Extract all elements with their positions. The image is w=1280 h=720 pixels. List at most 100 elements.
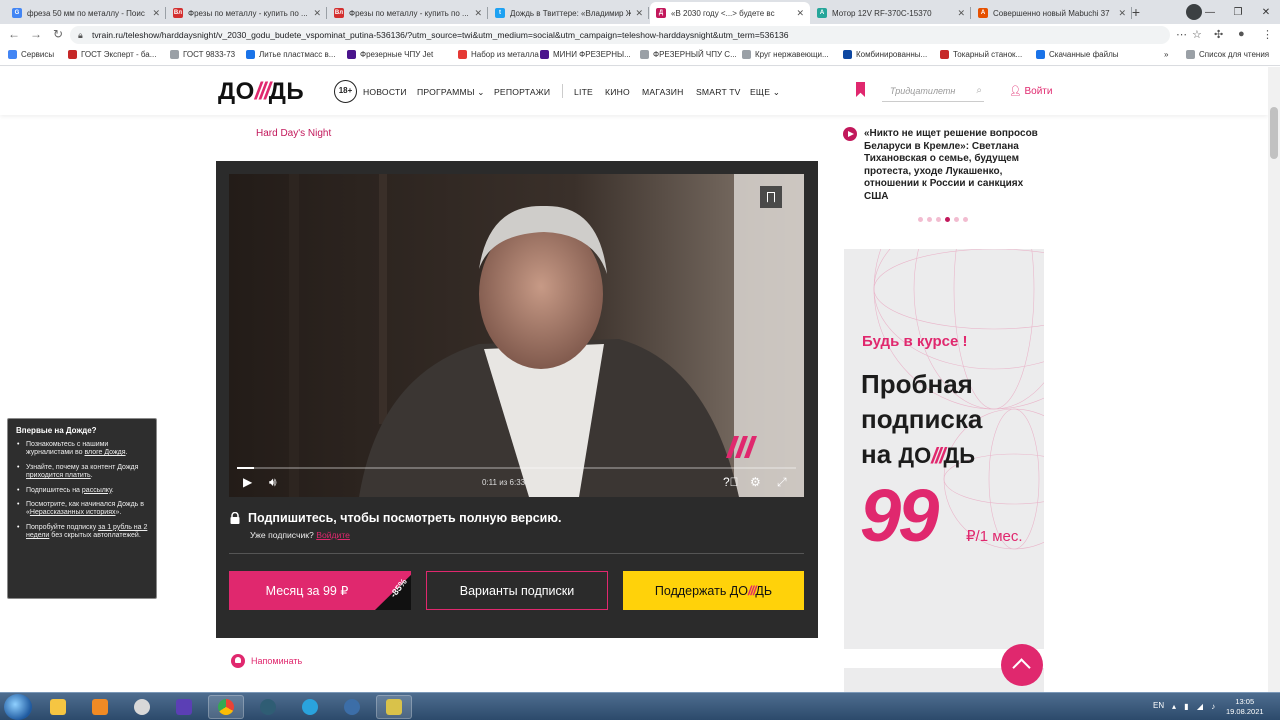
remind-button[interactable]: Напоминать	[231, 654, 302, 668]
bookmark-item[interactable]: Набор из металла	[458, 50, 539, 59]
nav-shop[interactable]: МАГАЗИН	[642, 87, 684, 97]
taskbar-save[interactable]	[166, 695, 202, 719]
taskbar-telegram[interactable]	[292, 695, 328, 719]
popup-link[interactable]: рассылку	[82, 487, 112, 494]
bookmark-item[interactable]: Сервисы	[8, 50, 54, 59]
bookmark-item[interactable]: Комбинированны...	[843, 50, 927, 59]
help-icon[interactable]: ?⃝	[723, 475, 739, 489]
nav-programs[interactable]: ПРОГРАММЫ ⌄	[417, 87, 485, 98]
month-subscription-button[interactable]: Месяц за 99 ₽ -85%	[229, 571, 411, 610]
bookmark-item[interactable]: МИНИ ФРЕЗЕРНЫ...	[540, 50, 631, 59]
nav-news[interactable]: НОВОСТИ	[363, 87, 407, 97]
browser-tab[interactable]: Вл Фрезы по металлу - купить по ... ✕	[328, 2, 488, 24]
account-icon[interactable]: ●	[1238, 28, 1245, 40]
browser-tab[interactable]: А Мотор 12V RF-370C-15370 ✕	[811, 2, 971, 24]
carousel-dot[interactable]	[936, 217, 941, 222]
save-video-icon[interactable]	[760, 186, 782, 208]
carousel-dot[interactable]	[945, 217, 950, 222]
settings-icon[interactable]: ⚙	[750, 475, 761, 489]
news-headline[interactable]: «Никто не ищет решение вопросов Беларуси…	[864, 128, 1049, 204]
close-tab-icon[interactable]: ✕	[796, 8, 804, 19]
taskbar-app[interactable]	[250, 695, 286, 719]
nav-smart-tv[interactable]: SMART TV	[696, 87, 741, 97]
play-circle-icon[interactable]	[843, 127, 857, 141]
volume-icon[interactable]: 🔊︎	[269, 475, 277, 490]
close-tab-icon[interactable]: ✕	[957, 8, 965, 19]
forward-icon[interactable]: →	[28, 27, 44, 41]
taskbar-explorer[interactable]	[40, 695, 76, 719]
bookmarks-overflow-icon[interactable]: »	[1164, 50, 1168, 59]
start-button[interactable]	[4, 694, 32, 720]
video-player[interactable]: ▶ 🔊︎ 0:11 из 6:33 ?⃝ ⚙ ⤢	[229, 174, 804, 497]
scroll-top-button[interactable]	[1001, 644, 1043, 686]
star-icon[interactable]: ☆	[1192, 28, 1202, 41]
show-name-link[interactable]: Hard Day's Night	[256, 128, 331, 139]
tab-favicon-icon: G	[12, 8, 22, 18]
login-link[interactable]: 👤︎ Войти	[1009, 86, 1052, 97]
carousel-dot[interactable]	[927, 217, 932, 222]
taskbar-app-3[interactable]	[376, 695, 412, 719]
minimize-icon[interactable]: —	[1196, 7, 1224, 18]
page-scrollbar[interactable]	[1268, 67, 1280, 692]
close-tab-icon[interactable]: ✕	[152, 8, 160, 19]
nav-kino[interactable]: КИНО	[605, 87, 630, 97]
bookmark-item[interactable]: ГОСТ Эксперт - ба...	[68, 50, 156, 59]
bookmark-item[interactable]: Скачанные файлы	[1036, 50, 1119, 59]
bookmark-item[interactable]: Литье пластмасс в...	[246, 50, 335, 59]
carousel-dot[interactable]	[918, 217, 923, 222]
bookmark-item[interactable]: ГОСТ 9833-73	[170, 50, 235, 59]
close-tab-icon[interactable]: ✕	[474, 8, 482, 19]
bookmark-item[interactable]: Круг нержавеющи...	[742, 50, 829, 59]
video-progress-bar[interactable]	[237, 467, 796, 469]
search-icon[interactable]: ⌕	[976, 82, 982, 100]
browser-tab[interactable]: Д «В 2030 году <...> будете вс ✕	[650, 2, 810, 24]
bookmark-item[interactable]: Фрезерные ЧПУ Jet	[347, 50, 433, 59]
taskbar-app-2[interactable]	[334, 695, 370, 719]
popup-link[interactable]: влоге Дождя	[85, 449, 126, 456]
close-tab-icon[interactable]: ✕	[635, 8, 643, 19]
close-tab-icon[interactable]: ✕	[313, 8, 321, 19]
browser-tab[interactable]: t Дождь в Твиттере: «Владимир Ж ✕	[489, 2, 649, 24]
new-tab-button[interactable]: +	[1128, 4, 1144, 20]
puzzle-icon[interactable]: ✣	[1214, 28, 1223, 41]
close-tab-icon[interactable]: ✕	[1118, 8, 1126, 19]
promo-banner[interactable]: Будь в курсе ! Пробная подписка на ДО///…	[844, 249, 1044, 649]
browser-tab[interactable]: Gфреза 50 мм по металлу - Поис ✕	[6, 2, 166, 24]
back-icon[interactable]: ←	[6, 27, 22, 41]
nav-lite[interactable]: LITE	[574, 87, 593, 97]
login-link-player[interactable]: Войдите	[316, 530, 350, 540]
menu-icon[interactable]: ⋮	[1262, 28, 1273, 41]
browser-tab[interactable]: А Совершенно новый Mabuchi 37 ✕	[972, 2, 1132, 24]
taskbar-outlook[interactable]	[82, 695, 118, 719]
subscriber-prompt: Уже подписчик? Войдите	[250, 530, 350, 540]
subscription-options-button[interactable]: Варианты подписки	[426, 571, 608, 610]
bookmark-item[interactable]: ФРЕЗЕРНЫЙ ЧПУ С...	[640, 50, 737, 59]
tab-favicon-icon: t	[495, 8, 505, 18]
site-logo[interactable]: ДО///ДЬ	[218, 78, 304, 106]
nav-reports[interactable]: РЕПОРТАЖИ	[494, 87, 550, 97]
carousel-dot[interactable]	[954, 217, 959, 222]
site-search-input[interactable]: Тридцатилетн ⌕	[882, 82, 984, 102]
popup-link[interactable]: приходится платить	[26, 472, 91, 479]
address-bar[interactable]: 🔒︎ tvrain.ru/teleshow/harddaysnight/v_20…	[70, 26, 1170, 44]
taskbar-paint[interactable]	[124, 695, 160, 719]
fullscreen-icon[interactable]: ⤢	[777, 475, 787, 490]
browser-tab[interactable]: Вл Фрезы по металлу - купить по ... ✕	[167, 2, 327, 24]
close-window-icon[interactable]: ✕	[1252, 7, 1280, 18]
carousel-dot[interactable]	[963, 217, 968, 222]
bookmark-item[interactable]: Токарный станок...	[940, 50, 1022, 59]
reading-list[interactable]: Список для чтения	[1186, 50, 1269, 59]
clock[interactable]: 13:05 19.08.2021	[1226, 697, 1264, 717]
bookmark-icon[interactable]	[856, 82, 865, 97]
system-tray[interactable]: ▴ ▮ ◢ ♪	[1172, 702, 1218, 711]
scroll-thumb[interactable]	[1270, 107, 1278, 159]
reload-icon[interactable]: ↻	[50, 27, 66, 41]
popup-link[interactable]: Нерассказанных историях	[30, 509, 116, 516]
extension-icon[interactable]: ⋯	[1176, 28, 1187, 41]
play-icon[interactable]: ▶	[243, 475, 252, 489]
language-indicator[interactable]: EN	[1153, 701, 1164, 710]
nav-more[interactable]: ЕЩЕ ⌄	[750, 87, 780, 98]
taskbar-chrome[interactable]	[208, 695, 244, 719]
maximize-icon[interactable]: ❐	[1224, 7, 1252, 18]
support-button[interactable]: Поддержать ДО///ДЬ	[623, 571, 804, 610]
